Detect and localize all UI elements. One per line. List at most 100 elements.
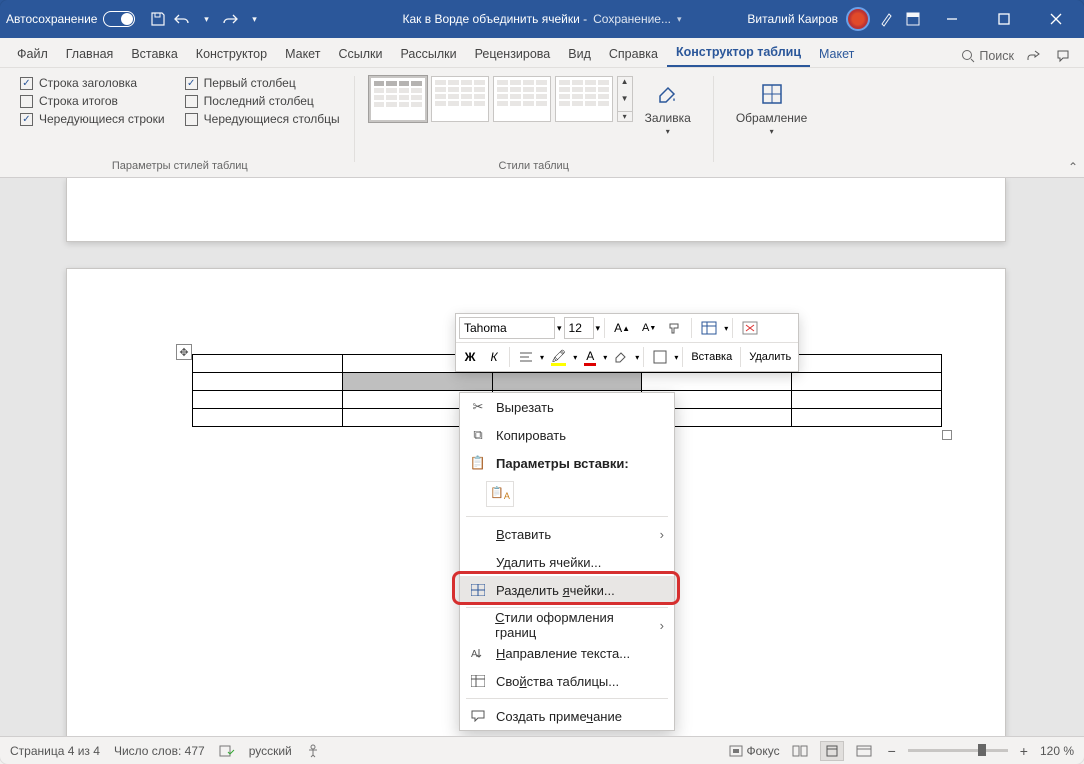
status-words[interactable]: Число слов: 477 xyxy=(114,744,205,758)
close-button[interactable] xyxy=(1034,0,1078,38)
insert-menu-icon[interactable] xyxy=(696,317,722,339)
zoom-in-button[interactable]: + xyxy=(1016,743,1032,759)
styles-down-icon[interactable]: ▼ xyxy=(618,94,632,103)
styles-up-icon[interactable]: ▲ xyxy=(618,77,632,86)
chevron-down-icon[interactable]: ▾ xyxy=(197,10,215,28)
zoom-slider[interactable] xyxy=(908,749,1008,752)
check-header-row[interactable]: Строка заголовка xyxy=(20,76,137,90)
accessibility-icon[interactable] xyxy=(306,744,320,758)
borders-icon xyxy=(757,79,787,109)
ribbon-tabs: Файл Главная Вставка Конструктор Макет С… xyxy=(0,38,1084,68)
more-commands-icon[interactable]: ▾ xyxy=(245,10,263,28)
share-icon[interactable] xyxy=(1022,45,1044,67)
text-direction-icon: A xyxy=(470,647,486,659)
chevron-right-icon: › xyxy=(660,618,664,633)
ctx-border-styles[interactable]: Стили оформления границ› xyxy=(460,611,674,639)
zoom-out-button[interactable]: − xyxy=(884,743,900,759)
print-layout-icon[interactable] xyxy=(820,741,844,761)
save-icon[interactable] xyxy=(149,10,167,28)
tab-file[interactable]: Файл xyxy=(8,41,57,67)
italic-button[interactable]: К xyxy=(483,346,505,368)
focus-mode[interactable]: Фокус xyxy=(729,744,780,758)
table-style-2[interactable] xyxy=(431,76,489,122)
decrease-font-icon[interactable]: A▼ xyxy=(637,317,661,339)
tab-references[interactable]: Ссылки xyxy=(329,41,391,67)
autosave-toggle[interactable] xyxy=(103,11,135,27)
minimize-button[interactable] xyxy=(930,0,974,38)
tab-design[interactable]: Конструктор xyxy=(187,41,276,67)
group-table-styles: ▲ ▼ ▾ Заливка ▾ Стили таблиц xyxy=(359,76,709,172)
table-style-3[interactable] xyxy=(493,76,551,122)
avatar[interactable] xyxy=(846,7,870,31)
spellcheck-icon[interactable] xyxy=(219,744,235,758)
font-family-input[interactable] xyxy=(459,317,555,339)
table-resize-handle[interactable] xyxy=(942,430,952,440)
ctx-table-properties[interactable]: Свойства таблицы... xyxy=(460,667,674,695)
tab-home[interactable]: Главная xyxy=(57,41,123,67)
insert-label[interactable]: Вставка xyxy=(687,351,736,363)
coming-soon-icon[interactable] xyxy=(878,10,896,28)
collapse-ribbon-icon[interactable]: ⌃ xyxy=(1068,160,1078,174)
border-mini-button[interactable] xyxy=(648,346,672,368)
tab-layout[interactable]: Макет xyxy=(276,41,329,67)
table-move-handle[interactable]: ✥ xyxy=(176,344,192,360)
ctx-new-comment[interactable]: Создать примечание xyxy=(460,702,674,730)
username[interactable]: Виталий Каиров xyxy=(747,12,838,26)
check-total-row[interactable]: Строка итогов xyxy=(20,94,118,108)
font-color-button[interactable]: A xyxy=(579,346,601,368)
delete-menu-icon[interactable] xyxy=(737,317,763,339)
format-painter-icon[interactable] xyxy=(663,317,687,339)
ribbon-display-icon[interactable] xyxy=(904,10,922,28)
split-cells-icon xyxy=(470,584,486,596)
undo-icon[interactable] xyxy=(173,10,191,28)
delete-label[interactable]: Удалить xyxy=(745,351,795,363)
check-first-col[interactable]: Первый столбец xyxy=(185,76,296,90)
check-banded-rows[interactable]: Чередующиеся строки xyxy=(20,112,165,126)
svg-text:A: A xyxy=(471,649,478,659)
ctx-delete-cells[interactable]: Удалить ячейки... xyxy=(460,548,674,576)
tab-table-layout[interactable]: Макет xyxy=(810,41,863,67)
ctx-cut[interactable]: ✂Вырезать xyxy=(460,393,674,421)
ctx-insert[interactable]: Вставить› xyxy=(460,520,674,548)
styles-more-icon[interactable]: ▾ xyxy=(618,111,632,121)
table-style-1[interactable] xyxy=(369,76,427,122)
table-style-4[interactable] xyxy=(555,76,613,122)
comments-icon[interactable] xyxy=(1052,45,1074,67)
check-banded-cols[interactable]: Чередующиеся столбцы xyxy=(185,112,340,126)
shading-button[interactable]: Заливка ▾ xyxy=(637,76,699,139)
tab-help[interactable]: Справка xyxy=(600,41,667,67)
borders-button[interactable]: Обрамление ▾ xyxy=(728,76,815,139)
align-button[interactable] xyxy=(514,346,538,368)
zoom-value[interactable]: 120 % xyxy=(1040,744,1074,758)
status-language[interactable]: русский xyxy=(249,744,292,758)
paste-keep-formatting[interactable]: 📋A xyxy=(486,481,514,507)
check-last-col[interactable]: Последний столбец xyxy=(185,94,314,108)
ctx-copy[interactable]: ⧉Копировать xyxy=(460,421,674,449)
increase-font-icon[interactable]: A▲ xyxy=(609,317,635,339)
tab-table-design[interactable]: Конструктор таблиц xyxy=(667,39,810,67)
tab-view[interactable]: Вид xyxy=(559,41,600,67)
highlight-button[interactable]: 🖍 xyxy=(546,346,571,368)
status-page[interactable]: Страница 4 из 4 xyxy=(10,744,100,758)
document-title: Как в Ворде объединить ячейки - xyxy=(402,12,587,26)
tab-insert[interactable]: Вставка xyxy=(122,41,186,67)
web-layout-icon[interactable] xyxy=(852,741,876,761)
read-mode-icon[interactable] xyxy=(788,741,812,761)
document-area[interactable]: ✥ ▾ ▾ A▲ A▼ ▾ Ж К ▾ 🖍 xyxy=(0,178,1084,736)
maximize-button[interactable] xyxy=(982,0,1026,38)
ribbon: Строка заголовка Строка итогов Чередующи… xyxy=(0,68,1084,178)
bold-button[interactable]: Ж xyxy=(459,346,481,368)
ctx-paste-options: 📋Параметры вставки: xyxy=(460,449,674,477)
group-label-options: Параметры стилей таблиц xyxy=(112,156,248,172)
context-menu: ✂Вырезать ⧉Копировать 📋Параметры вставки… xyxy=(459,392,675,731)
ctx-split-cells[interactable]: Разделить ячейки... xyxy=(460,576,674,604)
tab-review[interactable]: Рецензирова xyxy=(466,41,560,67)
titlebar: Автосохранение ▾ ▾ Как в Ворде объединит… xyxy=(0,0,1084,38)
table-row xyxy=(193,373,942,391)
font-size-input[interactable] xyxy=(564,317,594,339)
search-box[interactable]: Поиск xyxy=(961,49,1014,63)
tab-mailings[interactable]: Рассылки xyxy=(391,41,465,67)
redo-icon[interactable] xyxy=(221,10,239,28)
shading-mini-button[interactable] xyxy=(609,346,633,368)
ctx-text-direction[interactable]: AНаправление текста... xyxy=(460,639,674,667)
